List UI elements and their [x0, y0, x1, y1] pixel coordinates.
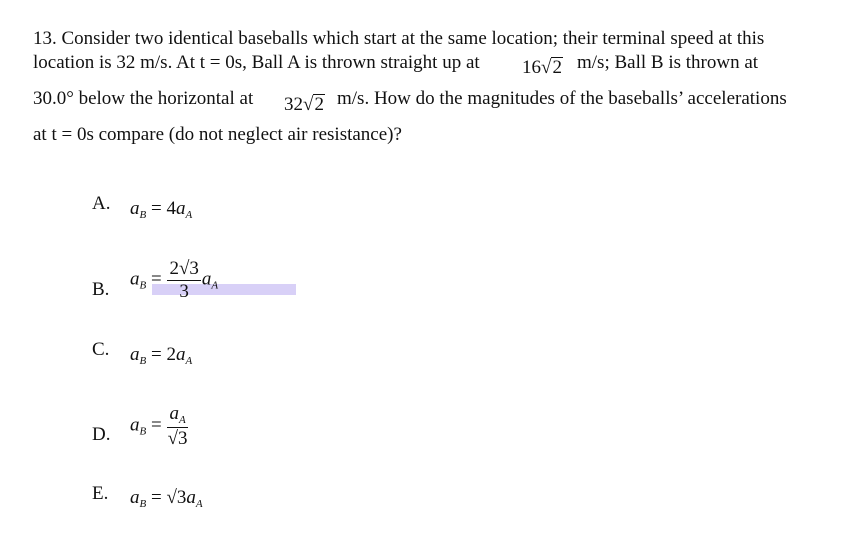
- math-token: a: [130, 414, 140, 436]
- question-line-1: 13. Consider two identical baseballs whi…: [33, 28, 765, 49]
- question-line-4: at t = 0s compare (do not neglect air re…: [33, 124, 402, 145]
- math-token: A: [178, 414, 186, 426]
- option-equation: aB = 4aA: [130, 198, 192, 221]
- math-token: =: [146, 487, 167, 508]
- math-token: a: [201, 268, 212, 290]
- option-equation: aB = 2√3 3 aA: [130, 258, 218, 303]
- math-token: a: [169, 403, 179, 424]
- math-token: 3: [179, 280, 189, 302]
- math-token: 2: [166, 344, 176, 365]
- math-token: A: [185, 209, 193, 221]
- option-equation: aB = aA √3: [130, 403, 189, 449]
- speed-a-expression: 16√2: [522, 57, 563, 79]
- speed-a-coefficient: 16: [522, 57, 541, 78]
- question-line-2-text-b: m/s; Ball B is thrown at: [577, 52, 759, 73]
- option-label: B.: [92, 279, 110, 300]
- fraction: 2√3 3: [167, 258, 201, 303]
- speed-b-radicand: 2: [313, 94, 325, 115]
- math-token: aA: [167, 403, 188, 428]
- sqrt-symbol: √2: [541, 57, 563, 78]
- math-token: 4: [166, 198, 176, 219]
- math-token: √3: [166, 487, 187, 508]
- speed-b-expression: 32√2: [284, 94, 325, 116]
- option-label: A.: [92, 193, 111, 214]
- question-line-3-text-b: m/s. How do the magnitudes of the baseba…: [337, 88, 787, 109]
- speed-b-coefficient: 32: [284, 94, 303, 115]
- question-line-3-text-a: 30.0° below the horizontal at: [33, 88, 254, 109]
- math-token: =: [146, 268, 167, 290]
- math-token: a: [130, 268, 140, 290]
- math-token: A: [211, 279, 219, 292]
- math-token: a: [130, 487, 140, 508]
- option-label: C.: [92, 339, 110, 360]
- math-token: a: [130, 344, 140, 365]
- math-token: a: [186, 487, 196, 508]
- math-token: =: [146, 198, 167, 219]
- sqrt-symbol: √2: [303, 94, 325, 115]
- math-token: 2√3: [167, 258, 201, 281]
- math-token: =: [146, 414, 167, 436]
- option-label: E.: [92, 483, 109, 504]
- speed-a-radicand: 2: [551, 57, 563, 78]
- fraction: aA √3: [167, 403, 188, 449]
- math-token: a: [130, 198, 140, 219]
- math-token: =: [146, 344, 167, 365]
- option-label: D.: [92, 424, 111, 445]
- option-equation: aB = √3aA: [130, 487, 203, 510]
- question-line-2-text-a: location is 32 m/s. At t = 0s, Ball A is…: [33, 52, 480, 73]
- option-equation: aB = 2aA: [130, 344, 192, 367]
- question-line-2: location is 32 m/s. At t = 0s, Ball A is…: [33, 52, 480, 74]
- math-token: A: [185, 355, 193, 367]
- math-token: A: [195, 498, 203, 510]
- math-token: √3: [167, 427, 188, 449]
